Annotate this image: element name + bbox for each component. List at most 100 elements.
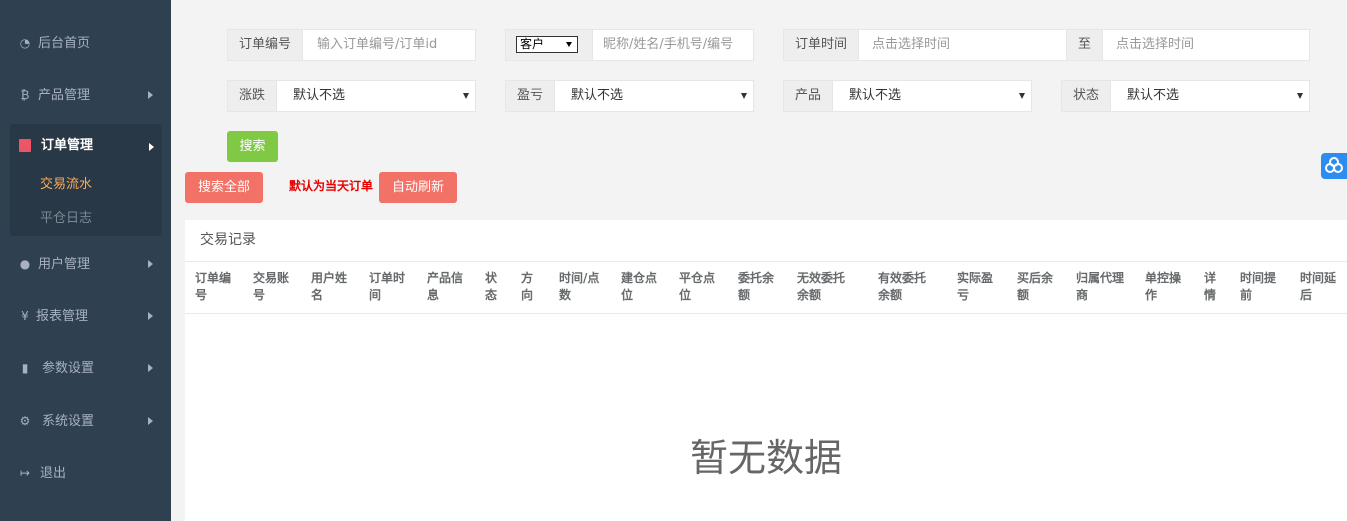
customer-search-input[interactable]: 昵称/姓名/手机号/编号 <box>603 30 733 60</box>
nav-reports[interactable]: ¥ 报表管理 <box>0 297 171 337</box>
auto-refresh-button[interactable]: 自动刷新 <box>379 172 457 203</box>
caret-down-icon <box>741 93 747 99</box>
column-header-line: 订单时 <box>369 271 406 285</box>
column-header-line: 有效委托 <box>878 271 927 285</box>
column-header-line: 时间提 <box>1240 271 1277 285</box>
column-header-line: 息 <box>427 288 440 302</box>
profit-select[interactable]: 默认不选 <box>571 81 623 111</box>
order-time-group: 订单时间 点击选择时间 至 点击选择时间 <box>783 29 1310 61</box>
nav-close-log[interactable]: 平仓日志 <box>40 210 92 228</box>
order-time-label: 订单时间 <box>784 30 860 60</box>
column-header-line: 产品信 <box>427 271 464 285</box>
table-column-header: 方向 <box>521 270 533 304</box>
profit-group: 盈亏 默认不选 <box>505 80 754 112</box>
divider <box>185 313 1347 314</box>
column-header-line: 订单编 <box>195 271 232 285</box>
float-share-icon[interactable] <box>1321 153 1347 179</box>
order-no-input[interactable]: 输入订单编号/订单id <box>317 30 437 60</box>
table-column-header: 产品信息 <box>427 270 463 304</box>
caret-down-icon <box>1019 93 1025 99</box>
copy-icon: ▮ <box>21 361 29 375</box>
product-select[interactable]: 默认不选 <box>849 81 901 111</box>
table-column-header: 买后余额 <box>1017 270 1053 304</box>
sidebar: ◔ 后台首页 ₿ 产品管理 订单管理 交易流水 平仓日志 ● 用户管理 ¥ 报表… <box>0 0 171 521</box>
search-button[interactable]: 搜索 <box>227 131 278 162</box>
column-header-line: 余额 <box>797 288 822 302</box>
column-header-line: 前 <box>1240 288 1253 302</box>
column-header-line: 间 <box>369 288 382 302</box>
chevron-right-icon <box>149 143 154 151</box>
column-header-line: 平仓点 <box>679 271 716 285</box>
nav-orders-group: 订单管理 交易流水 平仓日志 <box>10 124 162 236</box>
customer-type-select[interactable]: 客户 <box>516 36 578 53</box>
dashboard-icon: ◔ <box>19 36 31 50</box>
table-column-header: 交易账号 <box>253 270 289 304</box>
customer-group: 客户 昵称/姓名/手机号/编号 <box>505 29 754 61</box>
column-header-line: 数 <box>559 288 572 302</box>
chevron-right-icon <box>148 91 153 99</box>
chevron-right-icon <box>148 312 153 320</box>
nav-params[interactable]: ▮ 参数设置 <box>0 349 171 389</box>
time-to-input[interactable]: 点击选择时间 <box>1116 30 1194 60</box>
column-header-line: 亏 <box>957 288 970 302</box>
search-all-button[interactable]: 搜索全部 <box>185 172 263 203</box>
table-column-header: 实际盈亏 <box>957 270 993 304</box>
table-column-header: 用户姓名 <box>311 270 347 304</box>
column-header-line: 时间/点 <box>559 271 600 285</box>
table-column-header: 单控操作 <box>1145 270 1181 304</box>
column-header-line: 单控操 <box>1145 271 1182 285</box>
table-column-header: 详情 <box>1204 270 1216 304</box>
order-no-group: 订单编号 输入订单编号/订单id <box>227 29 476 61</box>
rise-fall-select[interactable]: 默认不选 <box>293 81 345 111</box>
time-from-input[interactable]: 点击选择时间 <box>872 30 950 60</box>
column-header-line: 后 <box>1300 288 1313 302</box>
column-header-line: 实际盈 <box>957 271 994 285</box>
orders-icon <box>19 139 31 152</box>
product-group: 产品 默认不选 <box>783 80 1032 112</box>
default-today-hint: 默认为当天订单 <box>289 179 374 193</box>
column-header-line: 向 <box>521 288 534 302</box>
column-header-line: 用户姓 <box>311 271 348 285</box>
status-select[interactable]: 默认不选 <box>1127 81 1179 111</box>
nav-system[interactable]: ⚙ 系统设置 <box>0 402 171 442</box>
column-header-line: 时间延 <box>1300 271 1337 285</box>
column-header-line: 归属代理 <box>1076 271 1125 285</box>
table-column-header: 建仓点位 <box>621 270 657 304</box>
column-header-line: 余额 <box>878 288 903 302</box>
chevron-right-icon <box>148 364 153 372</box>
table-column-header: 时间/点数 <box>559 270 599 304</box>
column-header-line: 状 <box>485 271 498 285</box>
table-column-header: 时间延后 <box>1300 270 1336 304</box>
time-to-separator: 至 <box>1066 30 1104 60</box>
column-header-line: 买后余 <box>1017 271 1054 285</box>
bitcoin-icon: ₿ <box>20 88 30 102</box>
nav-orders[interactable]: 订单管理 <box>41 137 93 155</box>
table-column-header: 平仓点位 <box>679 270 715 304</box>
table-column-header: 状态 <box>485 270 497 304</box>
column-header-line: 建仓点 <box>621 271 658 285</box>
nav-logout[interactable]: ↦ 退出 <box>0 454 171 494</box>
rise-fall-group: 涨跌 默认不选 <box>227 80 476 112</box>
column-header-line: 额 <box>738 288 751 302</box>
table-column-header: 有效委托 余额 <box>878 270 926 304</box>
column-header-line: 名 <box>311 288 324 302</box>
column-header-line: 无效委托 <box>797 271 846 285</box>
nav-users[interactable]: ● 用户管理 <box>0 245 171 285</box>
signout-icon: ↦ <box>19 466 31 480</box>
table-column-header: 时间提前 <box>1240 270 1276 304</box>
column-header-line: 详 <box>1204 271 1217 285</box>
trade-records-panel: 交易记录 订单编号交易账号用户姓名订单时间产品信息状态方向时间/点数建仓点位平仓… <box>185 220 1347 521</box>
caret-down-icon <box>1297 93 1303 99</box>
yen-icon: ¥ <box>21 309 29 323</box>
chevron-right-icon <box>148 260 153 268</box>
column-header-line: 态 <box>485 288 498 302</box>
empty-state-text: 暂无数据 <box>690 436 843 480</box>
nav-trade-flow[interactable]: 交易流水 <box>40 176 92 194</box>
column-header-line: 委托余 <box>738 271 775 285</box>
nav-products[interactable]: ₿ 产品管理 <box>0 76 171 116</box>
nav-dashboard[interactable]: ◔ 后台首页 <box>0 24 171 64</box>
chevron-right-icon <box>148 417 153 425</box>
status-group: 状态 默认不选 <box>1061 80 1310 112</box>
user-icon: ● <box>19 257 31 271</box>
gears-icon: ⚙ <box>19 414 31 428</box>
